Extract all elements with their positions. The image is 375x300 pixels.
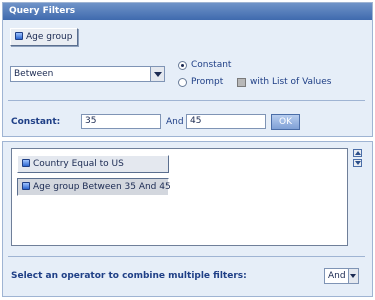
divider [8,100,365,101]
operator-select-value: Between [14,69,54,79]
and-label: And [166,117,184,127]
radio-prompt-label: Prompt [191,77,224,87]
chevron-down-icon[interactable] [348,269,358,283]
combine-operator-value: And [328,271,346,281]
filter-icon [22,182,30,190]
list-of-values-label: with List of Values [250,77,332,87]
filter-item-age-group[interactable]: Age group Between 35 And 45 [17,178,171,196]
filter-item-country[interactable]: Country Equal to US [17,155,169,173]
panel-title: Query Filters [3,3,372,20]
ok-button[interactable]: OK [271,114,300,130]
divider [8,256,365,257]
combine-operator-label: Select an operator to combine multiple f… [11,271,247,281]
constant-to-input[interactable]: 45 [186,114,266,129]
move-up-icon[interactable] [353,149,362,157]
operator-select[interactable]: Between [10,66,165,82]
filter-icon [22,159,30,167]
constant-from-input[interactable]: 35 [81,114,161,129]
radio-constant-label: Constant [191,60,232,70]
combine-operator-select[interactable]: And [324,268,359,284]
list-of-values-checkbox[interactable] [237,78,246,87]
constant-label: Constant: [11,117,61,127]
filter-item-label: Age group Between 35 And 45 [33,182,171,192]
filter-item-label: Country Equal to US [33,159,124,169]
dimension-icon [15,32,23,40]
filter-list[interactable]: Country Equal to US Age group Between 35… [11,148,348,246]
object-button-age-group[interactable]: Age group [10,28,78,46]
move-down-icon[interactable] [353,159,362,167]
object-button-label: Age group [26,32,73,42]
radio-prompt[interactable] [178,78,187,87]
radio-constant[interactable] [178,61,187,70]
chevron-down-icon[interactable] [150,67,164,81]
